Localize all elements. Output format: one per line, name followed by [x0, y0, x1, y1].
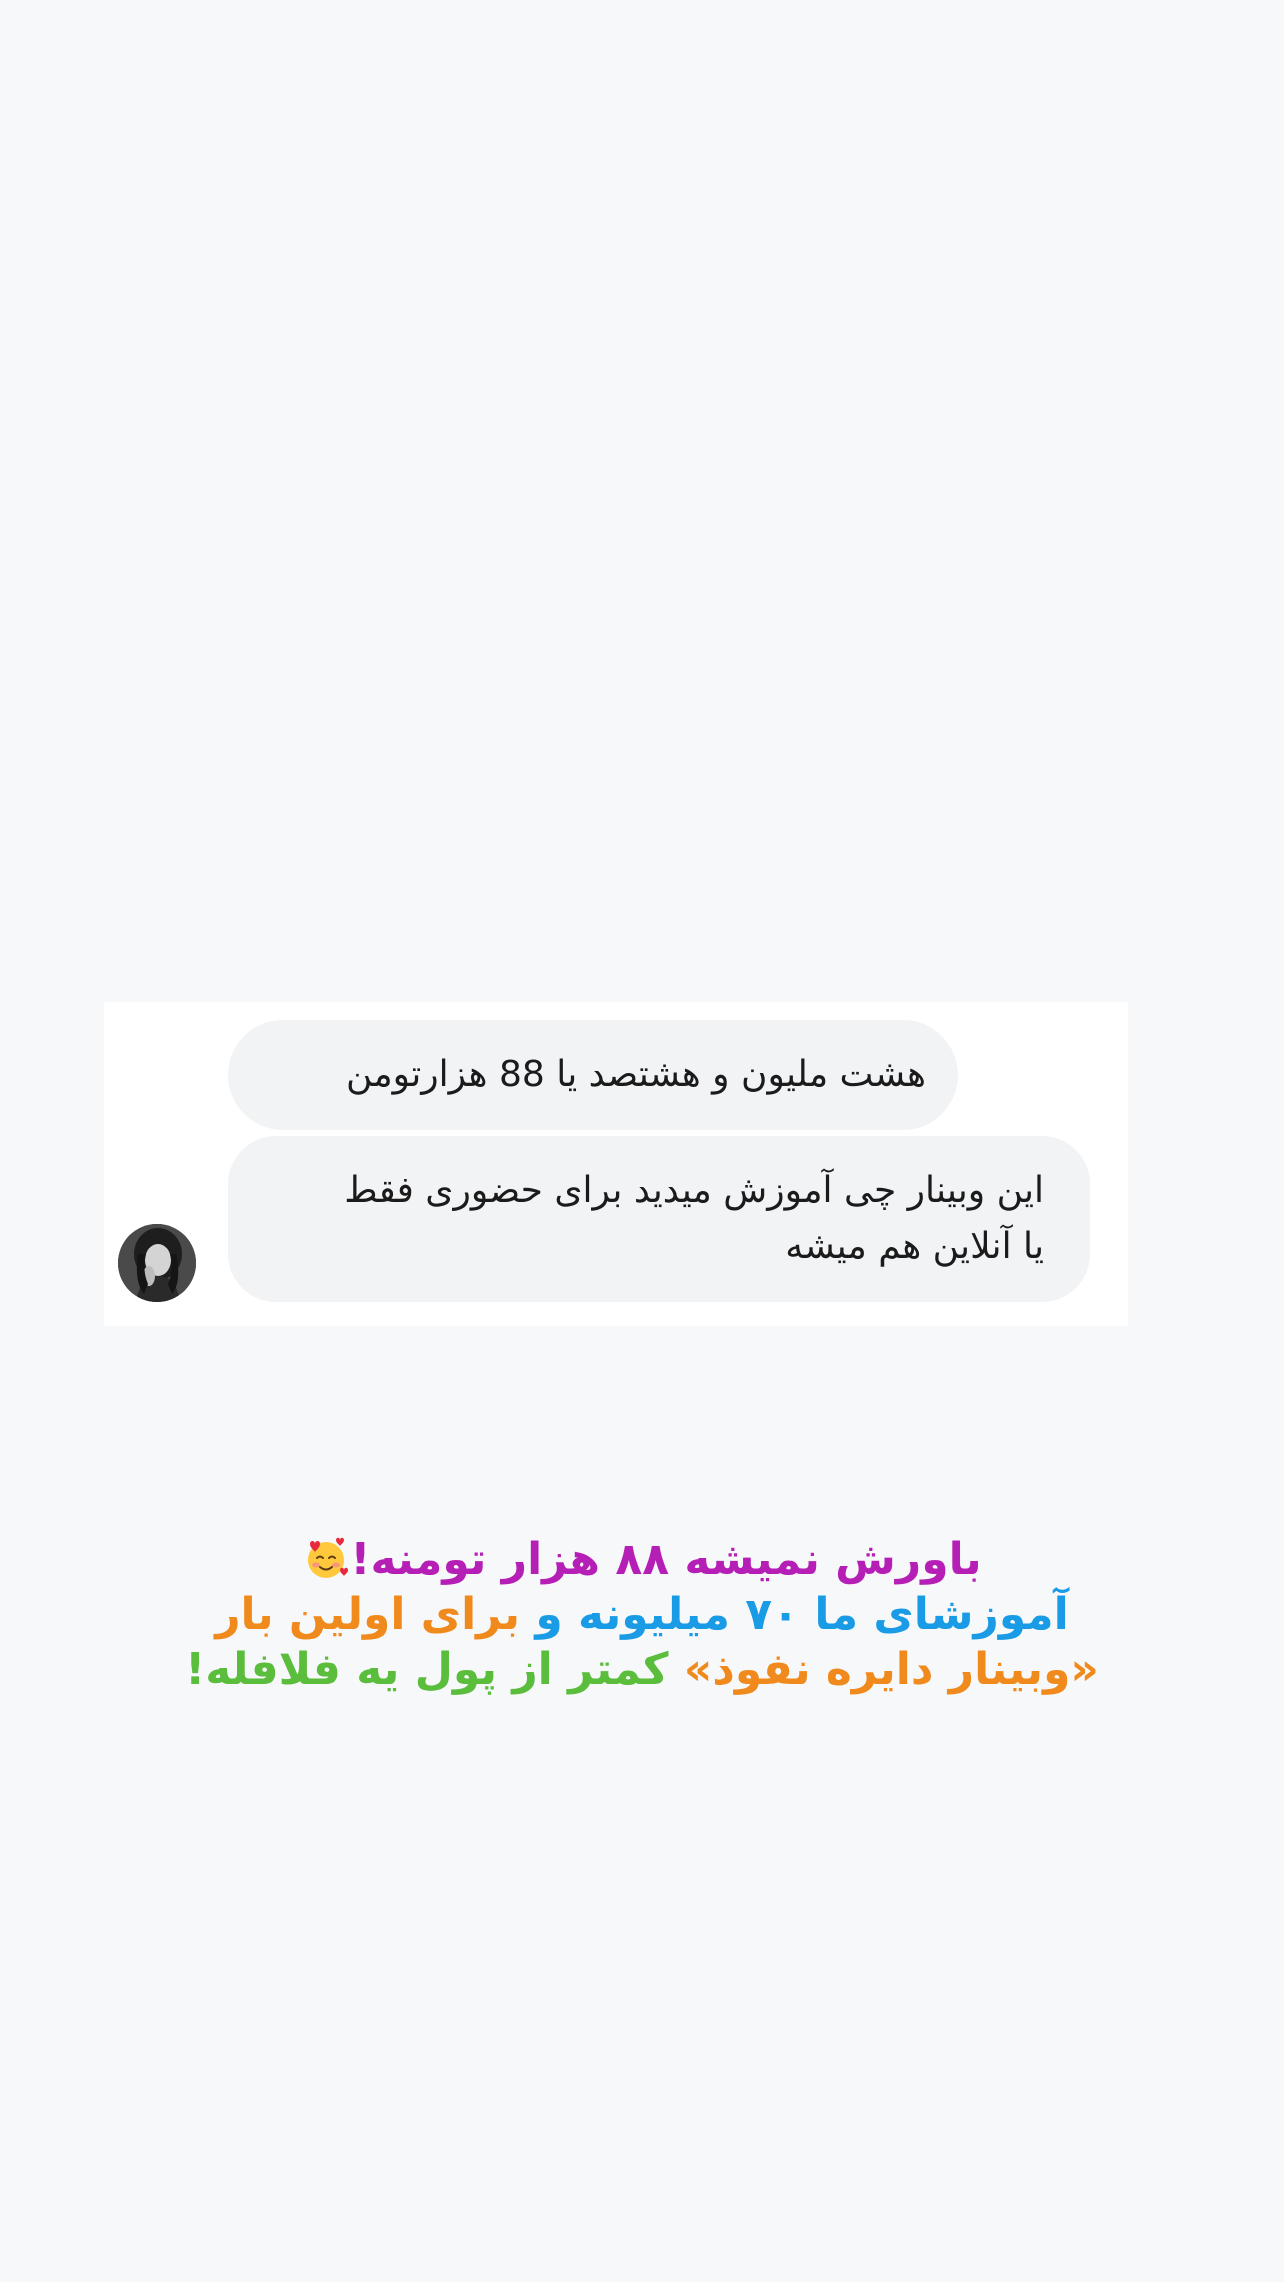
- message-text: هشت ملیون و هشتصد یا 88 هزارتومن: [345, 1054, 926, 1095]
- message-text-line: این وبینار چی آموزش میدید برای حضوری فقط: [344, 1170, 1044, 1211]
- caption-line-2-part1: آموزشای ما ۷۰ میلیونه و: [535, 1589, 1069, 1640]
- caption-line-3-part1: «وبینار دایره نفوذ»: [683, 1644, 1099, 1695]
- avatar: [118, 1224, 196, 1302]
- caption-line-3-part2: کمتر از پول یه فلافله!: [185, 1644, 669, 1695]
- caption-line-3: «وبینار دایره نفوذ» کمتر از پول یه فلافل…: [0, 1642, 1284, 1697]
- caption-line-2-part2: برای اولین بار: [215, 1589, 521, 1640]
- chat-screenshot-card: هشت ملیون و هشتصد یا 88 هزارتومن این وبی…: [104, 1002, 1128, 1326]
- caption-line-2: آموزشای ما ۷۰ میلیونه و برای اولین بار: [0, 1587, 1284, 1642]
- smiling-face-with-hearts-icon: [308, 1537, 349, 1578]
- caption-line-1-text: باورش نمیشه ۸۸ هزار تومنه!: [350, 1534, 982, 1585]
- message-text-line: یا آنلاین هم میشه: [785, 1226, 1044, 1267]
- message-bubble: هشت ملیون و هشتصد یا 88 هزارتومن: [228, 1020, 958, 1130]
- caption-line-1: باورش نمیشه ۸۸ هزار تومنه!: [0, 1532, 1284, 1587]
- promo-caption: باورش نمیشه ۸۸ هزار تومنه! آموزشای ما ۷۰…: [0, 1532, 1284, 1697]
- message-bubble: این وبینار چی آموزش میدید برای حضوری فقط…: [228, 1136, 1090, 1302]
- avatar-photo-icon: [118, 1224, 196, 1302]
